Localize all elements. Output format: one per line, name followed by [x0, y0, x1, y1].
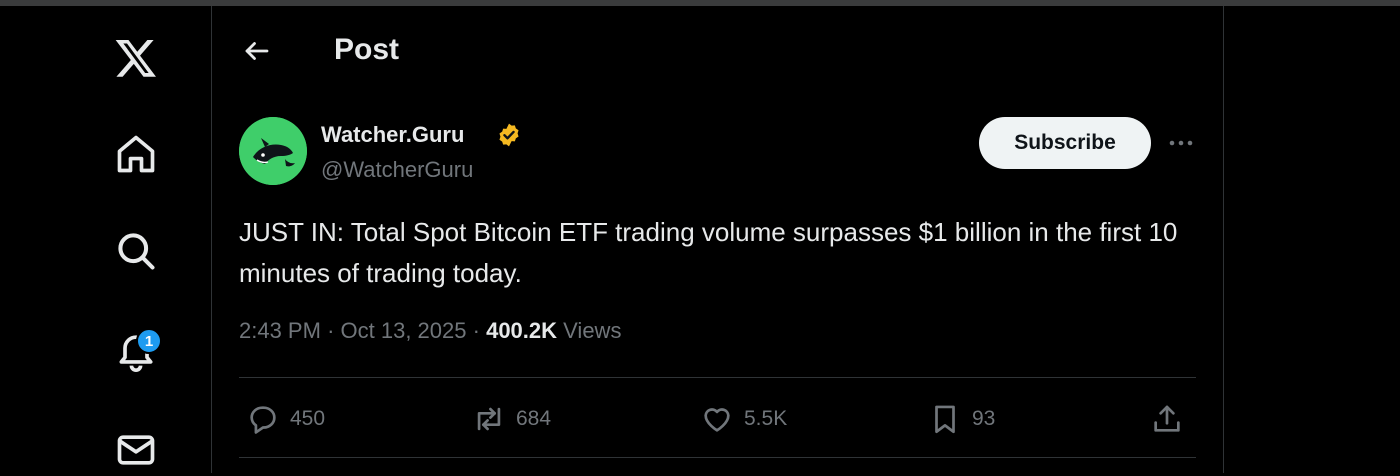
envelope-icon[interactable] — [110, 424, 162, 476]
more-options-icon[interactable] — [1162, 128, 1200, 158]
author-name[interactable]: Watcher.Guru — [321, 122, 464, 148]
verified-badge-icon — [496, 122, 522, 148]
back-arrow-icon[interactable] — [238, 32, 276, 70]
repost-count: 684 — [516, 407, 552, 430]
whale-logo-icon — [239, 117, 307, 185]
reply-icon — [250, 406, 276, 434]
meta-separator: · — [472, 318, 480, 343]
like-button[interactable]: 5.5K — [700, 399, 787, 439]
repost-button[interactable]: 684 — [472, 399, 551, 439]
reply-button[interactable]: 450 — [246, 399, 325, 439]
bookmark-button[interactable]: 93 — [928, 399, 995, 439]
heart-icon — [704, 408, 730, 432]
subscribe-button[interactable]: Subscribe — [979, 117, 1151, 169]
sidebar-nav: 1 — [0, 6, 211, 473]
share-button[interactable] — [1150, 399, 1184, 439]
post-time[interactable]: 2:43 PM — [239, 318, 321, 343]
reply-count: 450 — [290, 407, 326, 430]
bookmark-count: 93 — [972, 407, 996, 430]
author-handle[interactable]: @WatcherGuru — [321, 157, 473, 183]
page-header: Post — [212, 6, 1223, 96]
actions-bottom-divider — [239, 457, 1196, 458]
search-icon[interactable] — [110, 225, 162, 277]
repost-icon — [477, 407, 501, 431]
actions-top-divider — [239, 377, 1196, 378]
author-avatar[interactable] — [239, 117, 307, 185]
views-label: Views — [563, 318, 622, 343]
home-icon[interactable] — [110, 128, 162, 180]
x-logo-icon[interactable] — [110, 32, 162, 84]
meta-separator: · — [327, 318, 335, 343]
share-icon — [1154, 405, 1180, 432]
bookmark-icon — [935, 405, 955, 434]
post-detail-column: Post Watcher.Guru @WatcherGuru Subscribe… — [212, 6, 1223, 473]
views-count: 400.2K — [486, 318, 558, 343]
notification-badge: 1 — [136, 328, 162, 354]
post-metadata: 2:43 PM · Oct 13, 2025 · 400.2K Views — [239, 318, 621, 344]
page-title: Post — [334, 33, 400, 66]
post-date[interactable]: Oct 13, 2025 — [341, 318, 467, 343]
right-column-divider — [1223, 6, 1224, 473]
post-text: JUST IN: Total Spot Bitcoin ETF trading … — [239, 217, 1178, 288]
like-count: 5.5K — [744, 407, 788, 430]
